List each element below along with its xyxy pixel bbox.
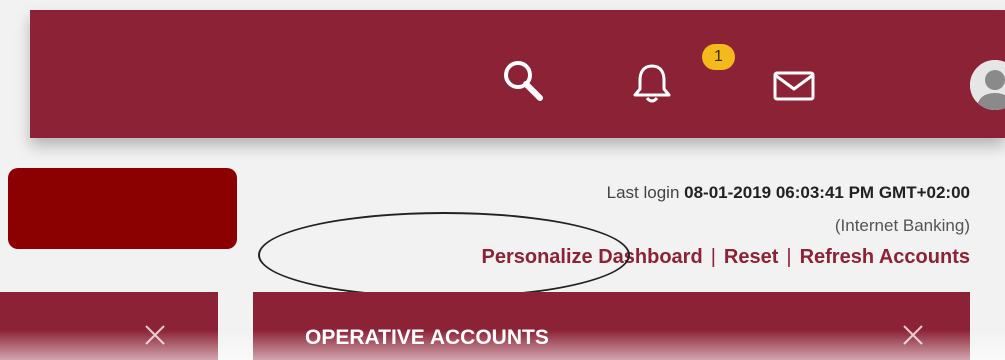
search-icon[interactable] — [502, 58, 546, 104]
user-silhouette-icon — [970, 60, 1005, 110]
last-login-label: Last login — [606, 183, 680, 202]
dashboard-links: Personalize Dashboard | Reset | Refresh Acco… — [482, 246, 971, 269]
operative-accounts-card: OPERATIVE ACCOUNTS — [253, 292, 970, 360]
left-account-card — [0, 292, 218, 360]
link-separator: | — [786, 246, 792, 268]
close-icon[interactable] — [140, 320, 170, 350]
refresh-accounts-link[interactable]: Refresh Accounts — [800, 246, 970, 268]
page: 1 Last login 08-01-2019 06:03:41 PM GMT+… — [0, 0, 1005, 360]
personalize-dashboard-link[interactable]: Personalize Dashboard — [482, 246, 703, 268]
last-login-value: 08-01-2019 06:03:41 PM GMT+02:00 — [684, 183, 970, 202]
mail-icon[interactable] — [772, 70, 816, 102]
close-icon[interactable] — [898, 320, 928, 350]
link-separator: | — [710, 246, 716, 268]
reset-link[interactable]: Reset — [724, 246, 778, 268]
redacted-block — [8, 168, 237, 249]
last-login-line: Last login 08-01-2019 06:03:41 PM GMT+02… — [607, 183, 970, 203]
operative-accounts-title: OPERATIVE ACCOUNTS — [305, 326, 549, 349]
avatar[interactable] — [970, 60, 1005, 110]
login-channel: (Internet Banking) — [834, 216, 970, 235]
notification-badge[interactable]: 1 — [702, 44, 735, 70]
top-header-bar: 1 — [30, 10, 1005, 138]
bell-icon[interactable] — [632, 62, 672, 106]
